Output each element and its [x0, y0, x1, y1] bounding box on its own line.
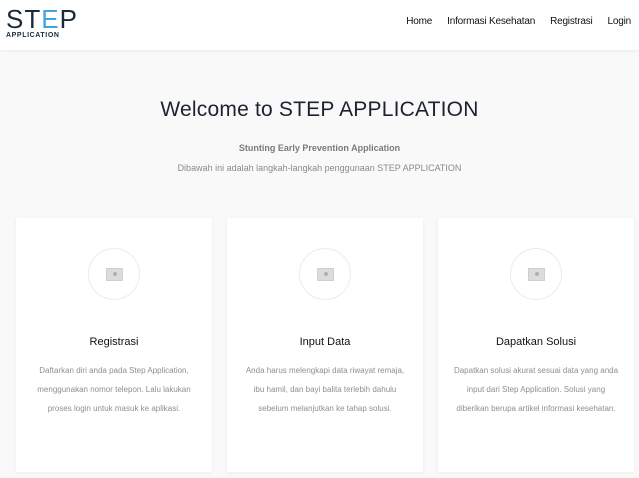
nav-login-link[interactable]: Login: [608, 16, 632, 27]
top-navbar: STEP APPLICATION Home Informasi Kesehata…: [0, 0, 639, 50]
card-title: Dapatkan Solusi: [495, 336, 577, 348]
main-nav: Home Informasi Kesehatan Registrasi Logi…: [406, 16, 631, 27]
logo-wordmark: STEP: [6, 4, 78, 34]
nav-informasi-kesehatan-link[interactable]: Informasi Kesehatan: [447, 16, 535, 27]
card-text: Dapatkan solusi akurat sesuai data yang …: [453, 366, 619, 413]
step-logo[interactable]: STEP APPLICATION: [6, 6, 77, 42]
nav-registrasi-link[interactable]: Registrasi: [550, 16, 593, 27]
nav-home-link[interactable]: Home: [406, 16, 432, 27]
step-card-dapatkan-solusi: Dapatkan Solusi Dapatkan solusi akurat s…: [438, 218, 634, 472]
card-icon-circle: [299, 248, 351, 300]
card-text: Anda harus melengkapi data riwayat remaj…: [245, 366, 405, 413]
card-text: Daftarkan diri anda pada Step Applicatio…: [37, 366, 191, 413]
image-placeholder-icon: [528, 268, 545, 281]
page-title: Welcome to STEP APPLICATION: [160, 98, 479, 121]
card-title: Input Data: [299, 336, 351, 348]
step-card-registrasi: Registrasi Daftarkan diri anda pada Step…: [16, 218, 212, 472]
card-title: Registrasi: [89, 336, 139, 348]
card-icon-circle: [510, 248, 562, 300]
page-subtitle: Stunting Early Prevention Application: [238, 143, 401, 153]
page-description: Dibawah ini adalah langkah-langkah pengg…: [177, 163, 462, 173]
step-card-input-data: Input Data Anda harus melengkapi data ri…: [227, 218, 423, 472]
logo-subtext: APPLICATION: [6, 32, 60, 39]
card-icon-circle: [88, 248, 140, 300]
image-placeholder-icon: [106, 268, 123, 281]
image-placeholder-icon: [317, 268, 334, 281]
